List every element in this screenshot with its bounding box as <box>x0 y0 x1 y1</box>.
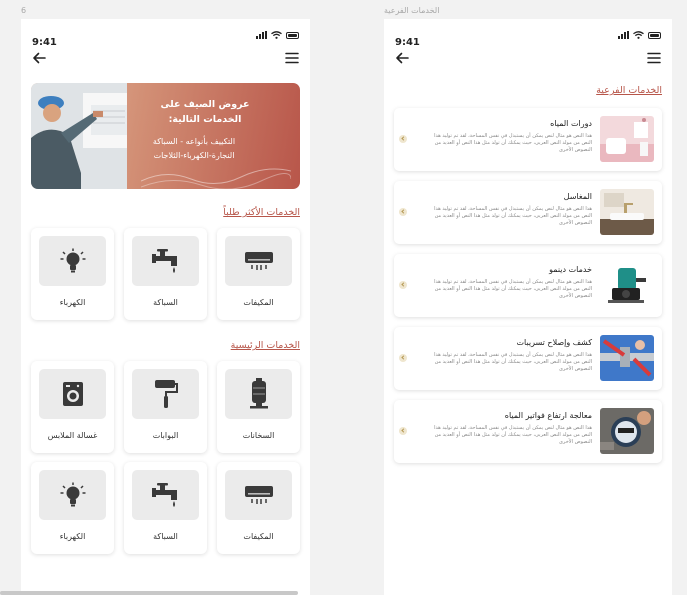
ac-icon-tile <box>225 470 292 520</box>
lightbulb-icon <box>60 482 85 507</box>
electricity-icon-tile <box>39 236 106 286</box>
wifi-icon <box>633 31 644 39</box>
wifi-icon <box>271 31 282 39</box>
signal-icon <box>256 31 267 39</box>
popular-services-title: الخدمات الأكثر طلباً <box>223 207 300 218</box>
subservice-item-sinks[interactable]: المغاسل هذا النص هو مثال لنص يمكن أن يست… <box>394 181 662 244</box>
electricity-icon-tile <box>39 470 106 520</box>
promo-banner[interactable]: عروض الصيف على الخدمات التالية: التكييف … <box>31 83 300 189</box>
banner-services: التكييف بأنواعه - السباكة النجارة-الكهرب… <box>124 135 264 163</box>
service-card-label: المكيفات <box>243 532 274 541</box>
water-meter-photo <box>600 408 654 454</box>
subservice-description: هذا النص هو مثال لنص يمكن أن يستبدل في ن… <box>434 352 592 372</box>
back-arrow-icon[interactable] <box>395 51 409 65</box>
ac-icon-tile <box>225 236 292 286</box>
service-card-water-heaters[interactable]: السخانات <box>217 361 300 453</box>
water-pump-photo <box>600 262 654 308</box>
subservice-name: خدمات دينمو <box>549 265 592 274</box>
banner-services-line1: التكييف بأنواعه - السباكة <box>152 137 236 146</box>
chevron-left-icon <box>399 135 407 143</box>
service-card-label: السباكة <box>153 532 178 541</box>
frame-label-home: 6 <box>21 6 27 15</box>
menu-icon[interactable] <box>647 52 661 64</box>
menu-icon[interactable] <box>285 52 299 64</box>
washing-machine-icon-tile <box>39 369 106 419</box>
service-card-label: السباكة <box>153 298 178 307</box>
subservice-item-leak-detection[interactable]: كشف وإصلاح تسريبات هذا النص هو مثال لنص … <box>394 327 662 390</box>
service-card-label: السخانات <box>242 431 275 440</box>
sink-photo <box>600 189 654 235</box>
service-card-label: غسالة الملابس <box>47 431 98 440</box>
lightbulb-icon <box>60 248 85 273</box>
subservice-name: المغاسل <box>563 192 592 201</box>
faucet-icon <box>151 483 177 507</box>
service-card-label: المكيفات <box>243 298 274 307</box>
water-heater-icon-tile <box>225 369 292 419</box>
subservices-screen: 9:41 الخدمات الفرعية دورات المياه هذا ال… <box>384 19 672 595</box>
bathroom-photo <box>600 116 654 162</box>
service-card-gates[interactable]: البوابات <box>124 361 207 453</box>
main-services-title: الخدمات الرئيسية <box>230 340 300 351</box>
battery-icon <box>648 31 661 39</box>
air-conditioner-icon <box>244 486 273 504</box>
banner-headline: عروض الصيف على الخدمات التالية: <box>160 99 250 125</box>
battery-icon <box>286 31 299 39</box>
signal-icon <box>618 31 629 39</box>
subservice-description: هذا النص هو مثال لنص يمكن أن يستبدل في ن… <box>434 279 592 299</box>
water-heater-icon <box>249 378 268 409</box>
subservice-description: هذا النص هو مثال لنص يمكن أن يستبدل في ن… <box>434 206 592 226</box>
subservices-title: الخدمات الفرعية <box>596 85 662 96</box>
leak-repair-photo <box>600 335 654 381</box>
status-time: 9:41 <box>32 37 57 48</box>
chevron-left-icon <box>399 281 407 289</box>
service-card-ac[interactable]: المكيفات <box>217 228 300 320</box>
plumbing-icon-tile <box>132 470 199 520</box>
top-nav <box>395 51 661 67</box>
service-card-ac[interactable]: المكيفات <box>217 462 300 554</box>
status-bar: 9:41 <box>395 30 661 48</box>
subservice-description: هذا النص هو مثال لنص يمكن أن يستبدل في ن… <box>434 425 592 445</box>
service-card-electricity[interactable]: الكهرباء <box>31 462 114 554</box>
service-card-label: البوابات <box>152 431 179 440</box>
status-time: 9:41 <box>395 37 420 48</box>
home-indicator <box>0 591 298 595</box>
washing-machine-icon <box>62 382 83 406</box>
gates-icon-tile <box>132 369 199 419</box>
service-card-plumbing[interactable]: السباكة <box>124 462 207 554</box>
subservice-name: دورات المياه <box>550 119 592 128</box>
subservice-name: معالجة ارتفاع فواتير المياه <box>504 411 592 420</box>
subservice-item-bathrooms[interactable]: دورات المياه هذا النص هو مثال لنص يمكن أ… <box>394 108 662 171</box>
service-card-label: الكهرباء <box>59 298 86 307</box>
service-card-washing-machine[interactable]: غسالة الملابس <box>31 361 114 453</box>
frame-label-subservices: الخدمات الفرعية <box>384 6 440 15</box>
air-conditioner-icon <box>244 252 273 270</box>
faucet-icon <box>151 249 177 273</box>
top-nav <box>32 51 299 67</box>
subservice-item-water-bills[interactable]: معالجة ارتفاع فواتير المياه هذا النص هو … <box>394 400 662 463</box>
status-bar: 9:41 <box>32 30 299 48</box>
service-card-label: الكهرباء <box>59 532 86 541</box>
subservice-item-pump[interactable]: خدمات دينمو هذا النص هو مثال لنص يمكن أن… <box>394 254 662 317</box>
back-arrow-icon[interactable] <box>32 51 46 65</box>
subservice-name: كشف وإصلاح تسريبات <box>516 338 592 347</box>
service-card-electricity[interactable]: الكهرباء <box>31 228 114 320</box>
subservice-description: هذا النص هو مثال لنص يمكن أن يستبدل في ن… <box>434 133 592 153</box>
technician-ac-photo <box>31 83 127 189</box>
service-card-plumbing[interactable]: السباكة <box>124 228 207 320</box>
banner-wave-decoration <box>141 168 291 189</box>
chevron-left-icon <box>399 427 407 435</box>
paint-roller-icon <box>154 380 178 408</box>
chevron-left-icon <box>399 208 407 216</box>
plumbing-icon-tile <box>132 236 199 286</box>
home-screen: 9:41 عروض الصيف على الخدمات التالية: الت… <box>21 19 310 595</box>
chevron-left-icon <box>399 354 407 362</box>
